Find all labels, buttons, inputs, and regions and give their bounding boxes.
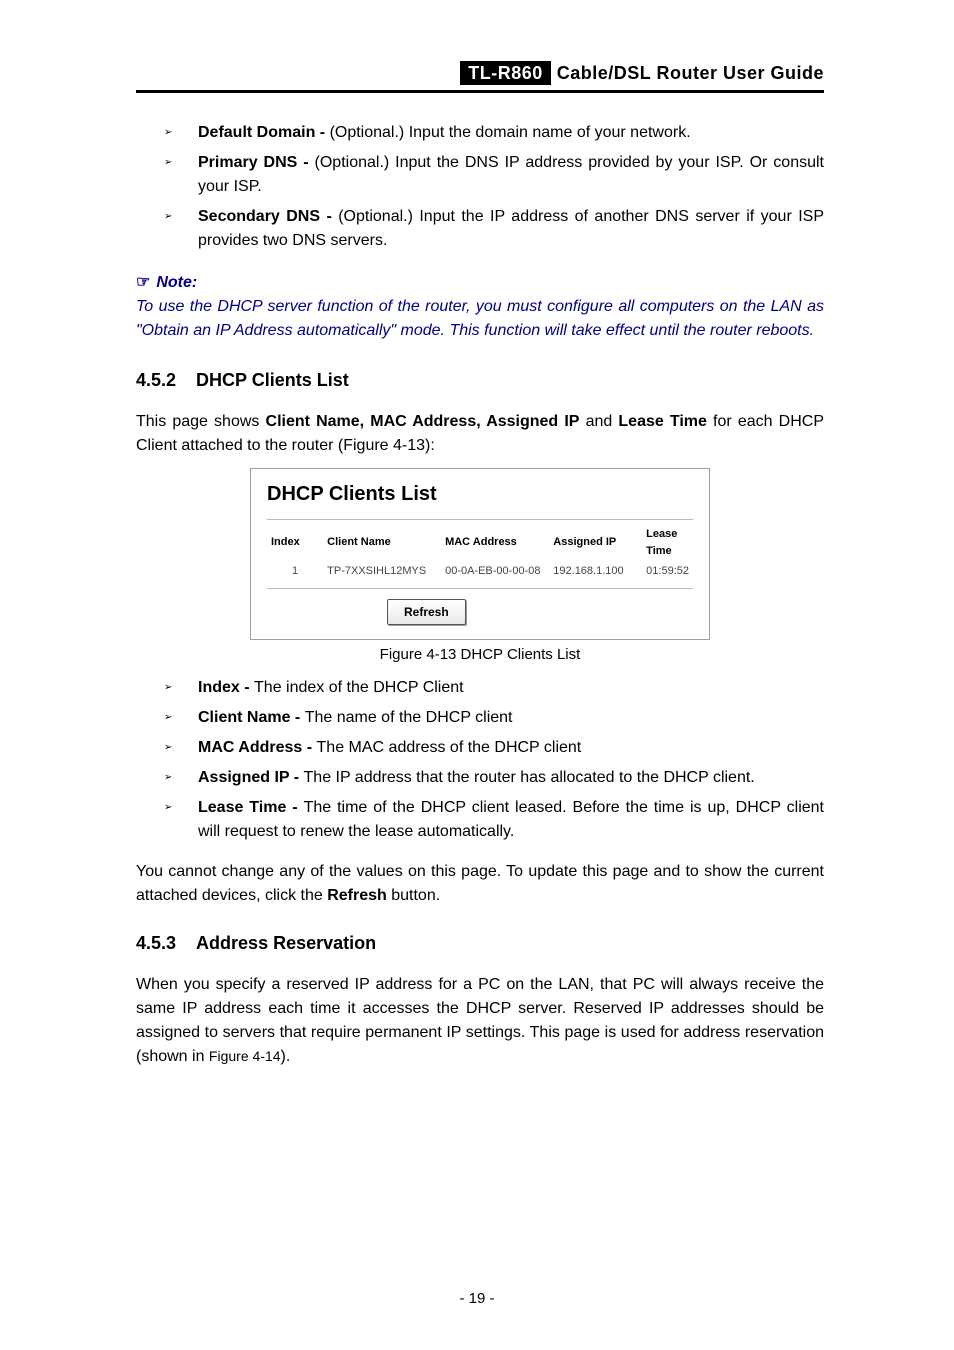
page-number: - 19 - xyxy=(0,1288,954,1311)
section-4-5-2-heading: 4.5.2 DHCP Clients List xyxy=(136,367,824,394)
cell-lease: 01:59:52 xyxy=(642,561,693,588)
term: MAC Address - xyxy=(198,739,317,756)
top-feature-list: Default Domain - (Optional.) Input the d… xyxy=(136,121,824,253)
cell-mac: 00-0A-EB-00-00-08 xyxy=(441,561,549,588)
text: You cannot change any of the values on t… xyxy=(136,863,824,904)
desc: The IP address that the router has alloc… xyxy=(304,769,755,786)
text: button. xyxy=(387,887,440,904)
col-lease: Lease Time xyxy=(642,520,693,562)
table-row: 1 TP-7XXSIHL12MYS 00-0A-EB-00-00-08 192.… xyxy=(267,561,693,588)
term: Primary DNS - xyxy=(198,154,315,171)
section-number: 4.5.3 xyxy=(136,933,176,953)
guide-title: Cable/DSL Router User Guide xyxy=(557,63,824,83)
text-bold: Lease Time xyxy=(618,413,707,430)
list-item: Primary DNS - (Optional.) Input the DNS … xyxy=(136,151,824,199)
product-model: TL-R860 xyxy=(460,61,551,85)
hand-icon: ☞ xyxy=(136,274,150,291)
figure-4-13: DHCP Clients List Index Client Name MAC … xyxy=(250,468,710,666)
list-item: Lease Time - The time of the DHCP client… xyxy=(136,796,824,844)
col-client-name: Client Name xyxy=(323,520,441,562)
desc: The name of the DHCP client xyxy=(305,709,513,726)
note-heading: ☞ Note: xyxy=(136,271,824,295)
page-header: TL-R860 Cable/DSL Router User Guide xyxy=(136,60,824,93)
term: Default Domain - xyxy=(198,124,330,141)
term: Lease Time - xyxy=(198,799,304,816)
desc: The index of the DHCP Client xyxy=(254,679,464,696)
section-4-5-3-paragraph: When you specify a reserved IP address f… xyxy=(136,973,824,1069)
refresh-wrap: Refresh xyxy=(267,599,693,625)
col-mac: MAC Address xyxy=(441,520,549,562)
update-paragraph: You cannot change any of the values on t… xyxy=(136,860,824,908)
desc: The MAC address of the DHCP client xyxy=(317,739,582,756)
term: Assigned IP - xyxy=(198,769,304,786)
figure-ref: Figure 4-14 xyxy=(209,1048,281,1064)
cell-index: 1 xyxy=(267,561,323,588)
note-label: Note: xyxy=(156,274,197,291)
col-ip: Assigned IP xyxy=(549,520,642,562)
dhcp-clients-panel: DHCP Clients List Index Client Name MAC … xyxy=(250,468,710,640)
list-item: Default Domain - (Optional.) Input the d… xyxy=(136,121,824,145)
fields-list: Index - The index of the DHCP Client Cli… xyxy=(136,676,824,844)
list-item: Secondary DNS - (Optional.) Input the IP… xyxy=(136,205,824,253)
term: Client Name - xyxy=(198,709,305,726)
section-4-5-2-intro: This page shows Client Name, MAC Address… xyxy=(136,410,824,458)
cell-ip: 192.168.1.100 xyxy=(549,561,642,588)
list-item: Client Name - The name of the DHCP clien… xyxy=(136,706,824,730)
text: This page shows xyxy=(136,413,266,430)
text: ). xyxy=(281,1048,291,1065)
desc: (Optional.) Input the domain name of you… xyxy=(330,124,691,141)
refresh-button[interactable]: Refresh xyxy=(387,599,466,625)
note-text: To use the DHCP server function of the r… xyxy=(136,295,824,343)
cell-client-name: TP-7XXSIHL12MYS xyxy=(323,561,441,588)
text: and xyxy=(579,413,618,430)
section-title: DHCP Clients List xyxy=(196,370,349,390)
figure-caption: Figure 4-13 DHCP Clients List xyxy=(250,644,710,667)
list-item: Index - The index of the DHCP Client xyxy=(136,676,824,700)
list-item: Assigned IP - The IP address that the ro… xyxy=(136,766,824,790)
term: Index - xyxy=(198,679,254,696)
panel-title: DHCP Clients List xyxy=(267,479,693,509)
text-bold: Client Name, MAC Address, Assigned IP xyxy=(266,413,580,430)
text-bold: Refresh xyxy=(327,887,387,904)
section-title: Address Reservation xyxy=(196,933,376,953)
list-item: MAC Address - The MAC address of the DHC… xyxy=(136,736,824,760)
term: Secondary DNS - xyxy=(198,208,338,225)
table-header-row: Index Client Name MAC Address Assigned I… xyxy=(267,520,693,562)
section-4-5-3-heading: 4.5.3 Address Reservation xyxy=(136,930,824,957)
page: TL-R860 Cable/DSL Router User Guide Defau… xyxy=(0,0,954,1350)
col-index: Index xyxy=(267,520,323,562)
dhcp-clients-table: Index Client Name MAC Address Assigned I… xyxy=(267,519,693,589)
section-number: 4.5.2 xyxy=(136,370,176,390)
